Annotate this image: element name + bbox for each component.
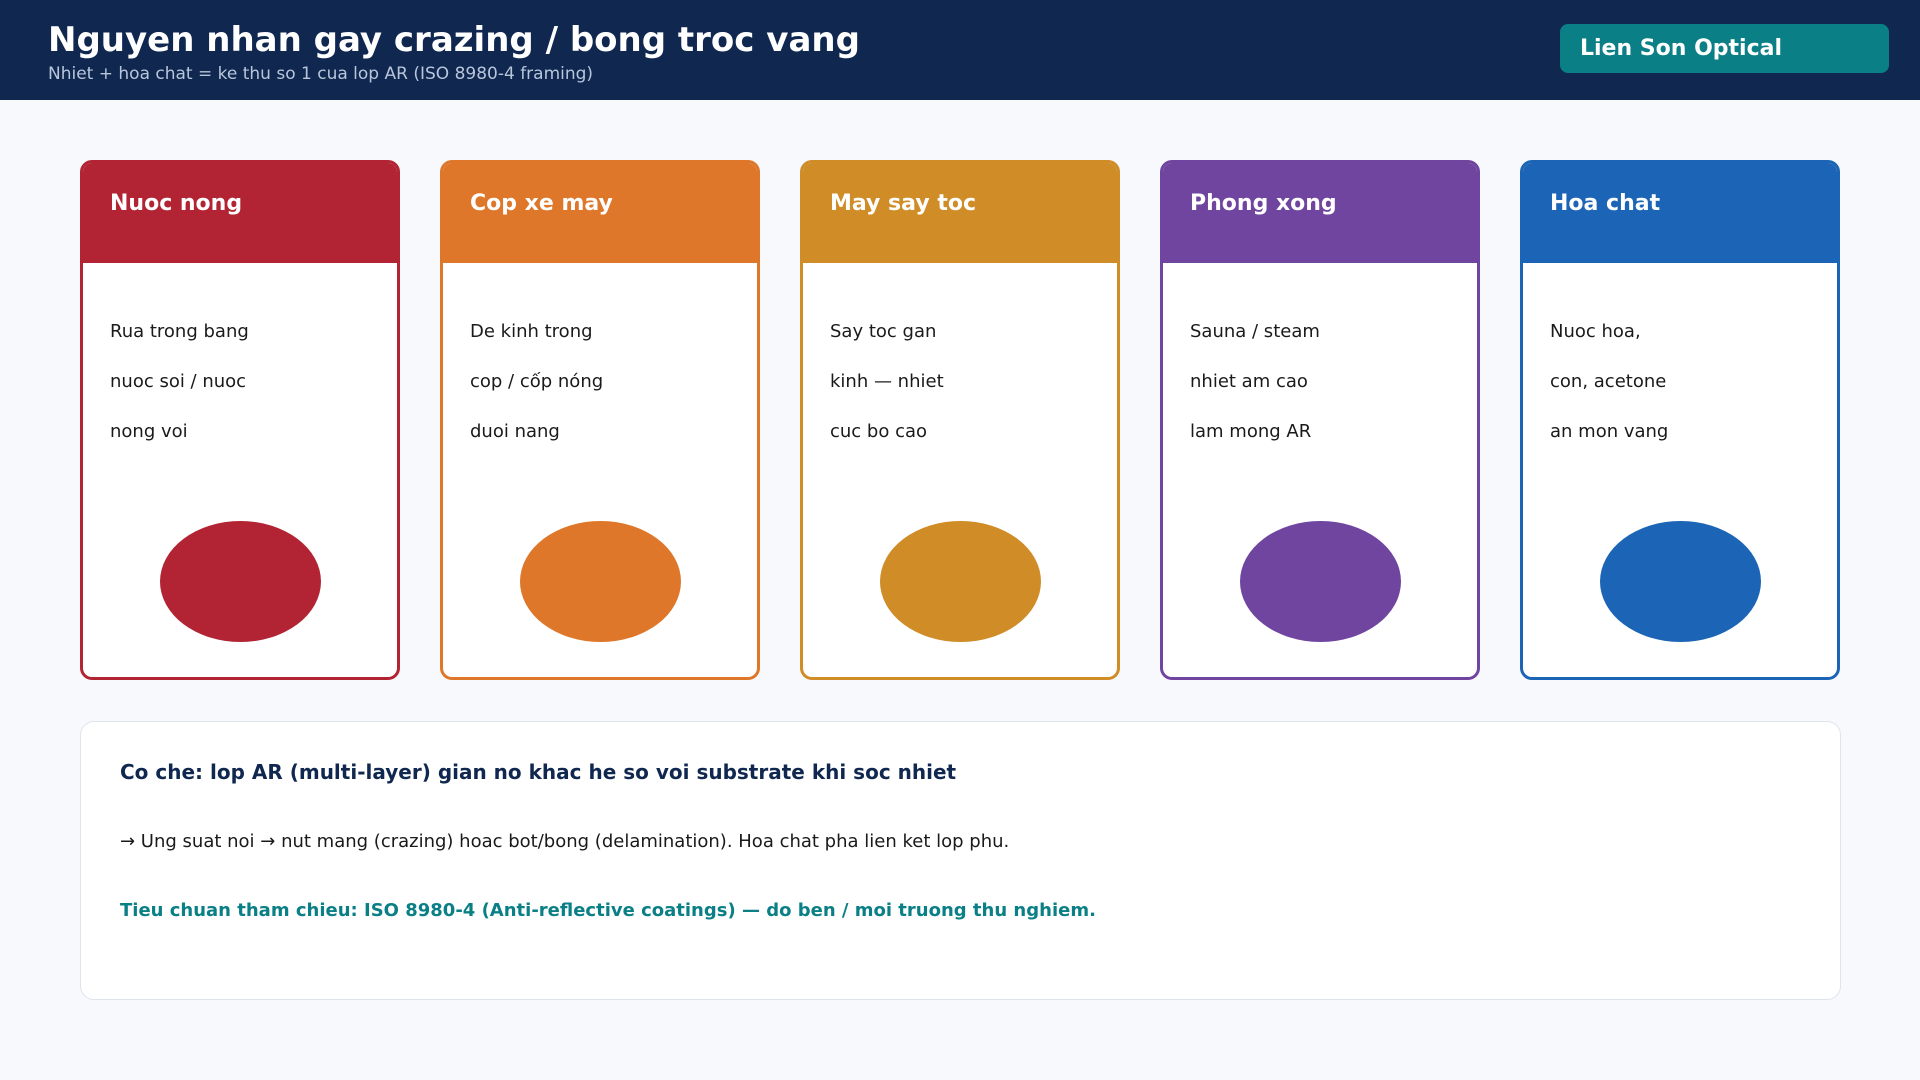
cause-card-may-say-toc: May say toc Say toc gan kinh — nhiet cuc… (800, 160, 1120, 680)
card-text-line: con, acetone (1550, 371, 1667, 392)
card-text-line: Nuoc hoa, (1550, 321, 1641, 342)
card-text-line: an mon vang (1550, 421, 1669, 442)
card-text-line: nuoc soi / nuoc (110, 371, 247, 392)
card-text-line: cuc bo cao (830, 421, 928, 442)
cause-card-nuoc-nong: Nuoc nong Rua trong bang nuoc soi / nuoc… (80, 160, 400, 680)
mechanism-panel: Co che: lop AR (multi-layer) gian no kha… (80, 721, 1841, 1000)
card-header: Hoa chat (1523, 163, 1837, 263)
card-text-line: Say toc gan (830, 321, 937, 342)
mechanism-title: Co che: lop AR (multi-layer) gian no kha… (120, 760, 957, 784)
card-text-line: nhiet am cao (1190, 371, 1308, 392)
card-text-line: Rua trong bang (110, 321, 249, 342)
page-title: Nguyen nhan gay crazing / bong troc vang (48, 20, 860, 60)
card-text-line: cop / cốp nóng (470, 371, 604, 392)
page-subtitle: Nhiet + hoa chat = ke thu so 1 cua lop A… (48, 64, 594, 84)
card-text-line: duoi nang (470, 421, 560, 442)
card-title: Nuoc nong (110, 191, 243, 216)
card-header: Nuoc nong (83, 163, 397, 263)
card-text-line: lam mong AR (1190, 421, 1312, 442)
card-title: May say toc (830, 191, 976, 216)
card-header: Cop xe may (443, 163, 757, 263)
card-text-line: Sauna / steam (1190, 321, 1320, 342)
card-title: Cop xe may (470, 191, 613, 216)
card-color-dot (1240, 521, 1401, 642)
cause-card-cop-xe-may: Cop xe may De kinh trong cop / cốp nóng … (440, 160, 760, 680)
card-color-dot (160, 521, 321, 642)
brand-badge: Lien Son Optical (1560, 24, 1889, 73)
card-title: Phong xong (1190, 191, 1337, 216)
card-text-line: nong voi (110, 421, 188, 442)
card-color-dot (1600, 521, 1761, 642)
card-color-dot (520, 521, 681, 642)
card-color-dot (880, 521, 1041, 642)
cause-card-phong-xong: Phong xong Sauna / steam nhiet am cao la… (1160, 160, 1480, 680)
card-header: May say toc (803, 163, 1117, 263)
card-text-line: kinh — nhiet (830, 371, 944, 392)
standard-reference: Tieu chuan tham chieu: ISO 8980-4 (Anti-… (120, 900, 1096, 921)
card-title: Hoa chat (1550, 191, 1661, 216)
card-text-line: De kinh trong (470, 321, 593, 342)
cause-card-hoa-chat: Hoa chat Nuoc hoa, con, acetone an mon v… (1520, 160, 1840, 680)
header-bar: Nguyen nhan gay crazing / bong troc vang… (0, 0, 1920, 100)
card-header: Phong xong (1163, 163, 1477, 263)
mechanism-text: → Ung suat noi → nut mang (crazing) hoac… (120, 831, 1010, 852)
